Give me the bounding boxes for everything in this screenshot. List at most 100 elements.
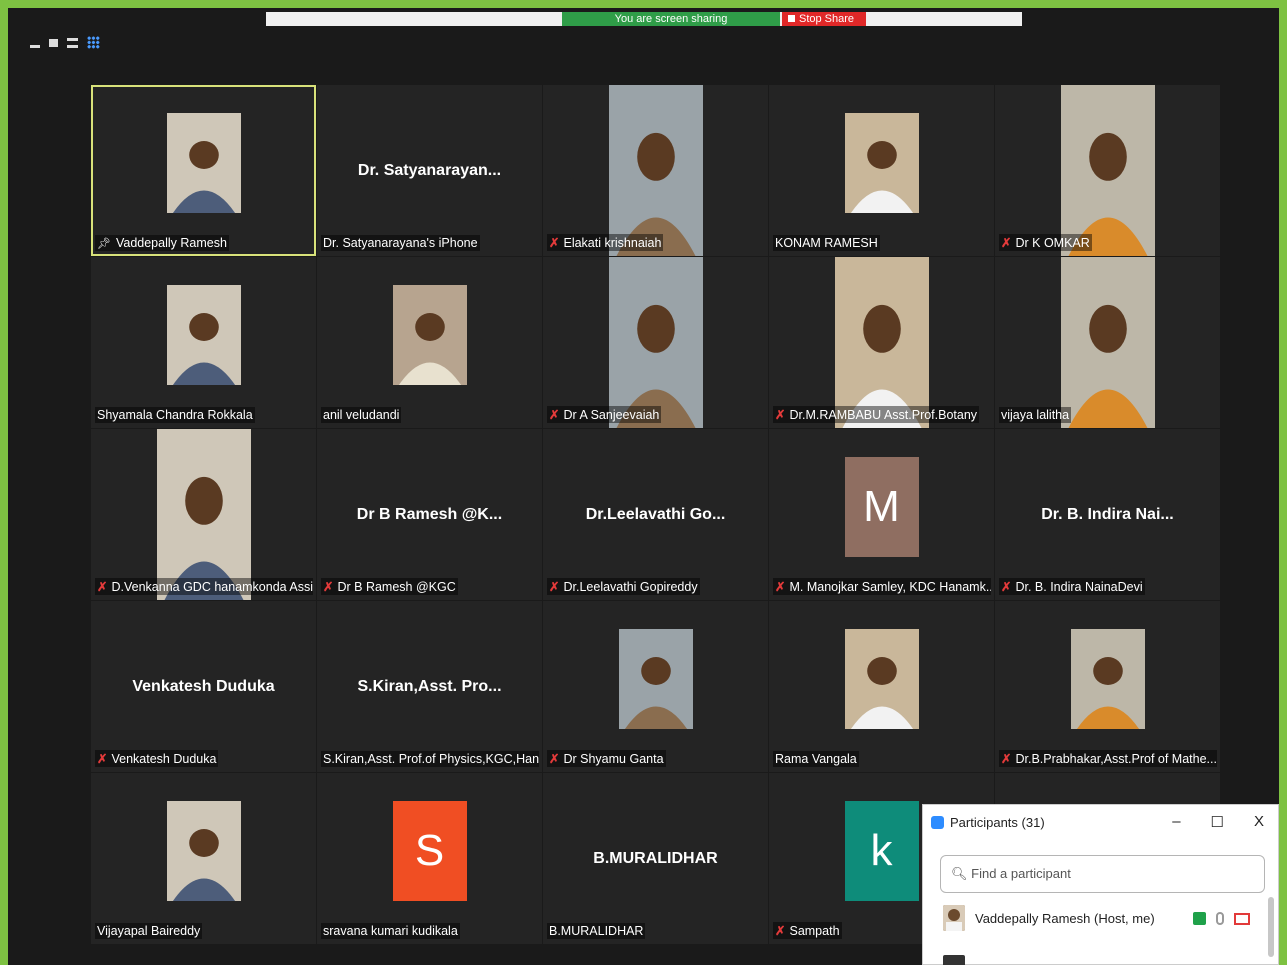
participant-tile[interactable]: 📌︎ Vaddepally Ramesh [91, 85, 316, 256]
participant-tile[interactable]: ✗ Dr A Sanjeevaiah [543, 257, 768, 428]
participant-display-name: B.MURALIDHAR [593, 849, 718, 867]
close-button[interactable]: X [1254, 813, 1264, 831]
participant-photo [618, 628, 693, 729]
minimize-view-icon[interactable] [30, 45, 40, 48]
participant-tile[interactable]: anil veludandi [317, 257, 542, 428]
participant-tile[interactable]: M ✗ M. Manojkar Samley, KDC Hanamk... [769, 429, 994, 600]
participant-name-caption: ✗ Sampath [773, 922, 842, 939]
caption-text: M. Manojkar Samley, KDC Hanamk... [789, 580, 991, 594]
strip-view-icon[interactable] [67, 37, 78, 48]
letter-avatar: k [844, 800, 919, 901]
caption-text: Dr.B.Prabhakar,Asst.Prof of Mathe... [1015, 752, 1217, 766]
maximize-button[interactable]: ☐ [1211, 813, 1224, 831]
muted-mic-icon: ✗ [1001, 752, 1012, 766]
participant-name-caption: ✗ Elakati krishnaiah [547, 234, 664, 251]
participant-name-caption: sravana kumari kudikala [321, 923, 460, 939]
stop-icon [788, 15, 795, 22]
muted-mic-icon: ✗ [1001, 236, 1012, 250]
participant-tile[interactable]: vijaya lalitha [995, 257, 1220, 428]
muted-mic-icon: ✗ [1001, 580, 1012, 594]
participant-name-caption: ✗ Dr.B.Prabhakar,Asst.Prof of Mathe... [999, 750, 1217, 767]
caption-text: Dr.Leelavathi Gopireddy [563, 580, 698, 594]
participant-tile[interactable]: Dr B Ramesh @K... ✗ Dr B Ramesh @KGC [317, 429, 542, 600]
muted-mic-icon: ✗ [775, 408, 786, 422]
participant-name-caption: ✗ Dr B Ramesh @KGC [321, 578, 458, 595]
participant-tile[interactable]: S.Kiran,Asst. Pro... S.Kiran,Asst. Prof.o… [317, 601, 542, 772]
caption-text: Dr Shyamu Ganta [563, 752, 664, 766]
participant-name-caption: ✗ Dr.Leelavathi Gopireddy [547, 578, 700, 595]
participant-tile[interactable]: ✗ D.Venkanna GDC hanamkonda Assi... [91, 429, 316, 600]
participant-photo [844, 112, 919, 213]
participant-name-caption: anil veludandi [321, 407, 402, 423]
participant-tile[interactable]: ✗ Elakati krishnaiah [543, 85, 768, 256]
participant-name-caption: ✗ M. Manojkar Samley, KDC Hanamk... [773, 578, 991, 595]
caption-text: Vijayapal Baireddy [97, 924, 201, 938]
view-controls [30, 36, 100, 49]
letter-avatar: M [844, 456, 919, 557]
panel-scrollbar[interactable] [1268, 897, 1274, 957]
participant-display-name: Dr. B. Indira Nai... [1041, 505, 1174, 523]
search-icon: 🔍︎ [951, 866, 968, 881]
participant-tile[interactable]: ✗ Dr.B.Prabhakar,Asst.Prof of Mathe... [995, 601, 1220, 772]
letter-avatar: S [392, 800, 467, 901]
muted-mic-icon: ✗ [323, 580, 334, 594]
participant-tile[interactable]: Shyamala Chandra Rokkala [91, 257, 316, 428]
stop-share-button[interactable]: Stop Share [782, 12, 866, 26]
participant-video [834, 257, 929, 428]
caption-text: Dr K OMKAR [1015, 236, 1090, 250]
participant-tile[interactable]: KONAM RAMESH [769, 85, 994, 256]
caption-text: Dr.M.RAMBABU Asst.Prof.Botany [789, 408, 978, 422]
muted-mic-icon: ✗ [549, 408, 560, 422]
participant-video [156, 429, 251, 600]
muted-mic-icon: ✗ [549, 236, 560, 250]
participant-tile[interactable]: Ssravana kumari kudikala [317, 773, 542, 944]
video-off-icon[interactable] [1234, 912, 1250, 925]
participant-video [608, 257, 703, 428]
participant-row-icons [1193, 912, 1250, 925]
participant-name: Vaddepally Ramesh (Host, me) [975, 910, 1155, 926]
participant-tile[interactable]: Dr.Leelavathi Go... ✗ Dr.Leelavathi Gopire… [543, 429, 768, 600]
participants-panel: Participants (31) – ☐ X 🔍︎ Find a partic… [922, 804, 1279, 965]
caption-text: S.Kiran,Asst. Prof.of Physics,KGC,Hana..… [323, 752, 539, 766]
participant-row[interactable]: Vaddepally Ramesh (Host, me) [943, 905, 1155, 931]
participant-name-caption: B.MURALIDHAR [547, 923, 646, 939]
participant-display-name: Dr.Leelavathi Go... [585, 505, 726, 523]
participant-name-caption: ✗ Dr Shyamu Ganta [547, 750, 666, 767]
participant-name-caption: ✗ Dr.M.RAMBABU Asst.Prof.Botany [773, 406, 980, 423]
gallery-view-icon[interactable] [87, 36, 100, 49]
participant-tile[interactable]: ✗ Dr.M.RAMBABU Asst.Prof.Botany [769, 257, 994, 428]
participant-tile[interactable]: ✗ Dr Shyamu Ganta [543, 601, 768, 772]
muted-mic-icon: ✗ [549, 580, 560, 594]
participant-tile[interactable]: Venkatesh Duduka ✗ Venkatesh Duduka [91, 601, 316, 772]
participant-photo [392, 284, 467, 385]
participants-title: Participants (31) [931, 815, 1045, 830]
caption-text: Elakati krishnaiah [563, 236, 662, 250]
participant-tile[interactable]: Dr. B. Indira Nai... ✗ Dr. B. Indira Naina… [995, 429, 1220, 600]
participant-video [1060, 85, 1155, 256]
caption-text: Dr B Ramesh @KGC [337, 580, 456, 594]
participant-search-input[interactable]: 🔍︎ Find a participant [940, 855, 1265, 893]
participant-name-caption: ✗ Venkatesh Duduka [95, 750, 219, 767]
muted-mic-icon: ✗ [97, 580, 108, 594]
caption-text: vijaya lalitha [1001, 408, 1070, 422]
participant-photo [844, 628, 919, 729]
participant-tile[interactable]: ✗ Dr K OMKAR [995, 85, 1220, 256]
participant-tile[interactable]: B.MURALIDHAR B.MURALIDHAR [543, 773, 768, 944]
participant-display-name: Dr B Ramesh @K... [356, 505, 503, 523]
participant-tile[interactable]: Vijayapal Baireddy [91, 773, 316, 944]
participant-name-caption: KONAM RAMESH [773, 235, 880, 251]
participant-photo [166, 112, 241, 213]
participant-tile[interactable]: Rama Vangala [769, 601, 994, 772]
mic-icon[interactable] [1216, 912, 1224, 925]
participant-tile[interactable]: Dr. Satyanarayan... Dr. Satyanarayana's i… [317, 85, 542, 256]
speaker-view-icon[interactable] [49, 38, 58, 47]
pin-icon: 📌︎ [97, 238, 111, 250]
caption-text: Dr A Sanjeevaiah [563, 408, 660, 422]
participant-name-caption: ✗ D.Venkanna GDC hanamkonda Assi... [95, 578, 313, 595]
participant-name-caption: Dr. Satyanarayana's iPhone [321, 235, 480, 251]
screen-share-icon [1193, 912, 1206, 925]
minimize-button[interactable]: – [1172, 813, 1180, 831]
caption-text: Rama Vangala [775, 752, 857, 766]
participant-name-caption: 📌︎ Vaddepally Ramesh [95, 235, 229, 251]
zoom-camera-icon [931, 816, 944, 829]
